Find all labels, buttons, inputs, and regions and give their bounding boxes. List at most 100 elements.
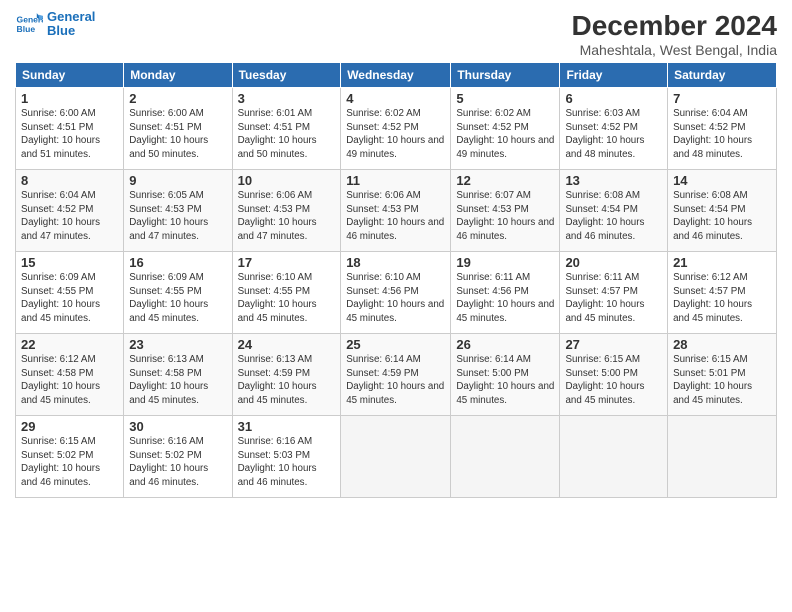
page-subtitle: Maheshtala, West Bengal, India xyxy=(572,42,777,58)
day-info: Sunrise: 6:10 AMSunset: 4:56 PMDaylight:… xyxy=(346,271,445,326)
calendar-cell: 5Sunrise: 6:02 AMSunset: 4:52 PMDaylight… xyxy=(451,88,560,170)
day-number: 19 xyxy=(456,255,554,270)
calendar-cell: 20Sunrise: 6:11 AMSunset: 4:57 PMDayligh… xyxy=(560,252,668,334)
day-number: 25 xyxy=(346,337,445,352)
calendar-cell xyxy=(668,416,777,498)
calendar-header-thursday: Thursday xyxy=(451,63,560,88)
calendar-week-row: 15Sunrise: 6:09 AMSunset: 4:55 PMDayligh… xyxy=(16,252,777,334)
calendar-cell: 12Sunrise: 6:07 AMSunset: 4:53 PMDayligh… xyxy=(451,170,560,252)
day-number: 6 xyxy=(565,91,662,106)
day-number: 9 xyxy=(129,173,226,188)
day-number: 11 xyxy=(346,173,445,188)
day-info: Sunrise: 6:03 AMSunset: 4:52 PMDaylight:… xyxy=(565,107,662,162)
day-info: Sunrise: 6:16 AMSunset: 5:03 PMDaylight:… xyxy=(238,435,336,490)
calendar-cell: 23Sunrise: 6:13 AMSunset: 4:58 PMDayligh… xyxy=(124,334,232,416)
day-number: 22 xyxy=(21,337,118,352)
calendar-cell: 4Sunrise: 6:02 AMSunset: 4:52 PMDaylight… xyxy=(341,88,451,170)
calendar-cell: 8Sunrise: 6:04 AMSunset: 4:52 PMDaylight… xyxy=(16,170,124,252)
day-number: 29 xyxy=(21,419,118,434)
calendar-cell: 13Sunrise: 6:08 AMSunset: 4:54 PMDayligh… xyxy=(560,170,668,252)
day-number: 18 xyxy=(346,255,445,270)
day-number: 7 xyxy=(673,91,771,106)
day-info: Sunrise: 6:06 AMSunset: 4:53 PMDaylight:… xyxy=(346,189,445,244)
day-info: Sunrise: 6:12 AMSunset: 4:57 PMDaylight:… xyxy=(673,271,771,326)
calendar-table: SundayMondayTuesdayWednesdayThursdayFrid… xyxy=(15,62,777,498)
day-number: 17 xyxy=(238,255,336,270)
svg-text:Blue: Blue xyxy=(17,24,36,34)
day-info: Sunrise: 6:14 AMSunset: 5:00 PMDaylight:… xyxy=(456,353,554,408)
calendar-container: General Blue General Blue December 2024 … xyxy=(0,0,792,508)
calendar-cell: 19Sunrise: 6:11 AMSunset: 4:56 PMDayligh… xyxy=(451,252,560,334)
calendar-week-row: 29Sunrise: 6:15 AMSunset: 5:02 PMDayligh… xyxy=(16,416,777,498)
day-info: Sunrise: 6:10 AMSunset: 4:55 PMDaylight:… xyxy=(238,271,336,326)
calendar-header-monday: Monday xyxy=(124,63,232,88)
day-info: Sunrise: 6:12 AMSunset: 4:58 PMDaylight:… xyxy=(21,353,118,408)
calendar-cell: 3Sunrise: 6:01 AMSunset: 4:51 PMDaylight… xyxy=(232,88,341,170)
day-number: 12 xyxy=(456,173,554,188)
day-info: Sunrise: 6:06 AMSunset: 4:53 PMDaylight:… xyxy=(238,189,336,244)
calendar-week-row: 8Sunrise: 6:04 AMSunset: 4:52 PMDaylight… xyxy=(16,170,777,252)
logo: General Blue General Blue xyxy=(15,10,95,39)
calendar-cell: 25Sunrise: 6:14 AMSunset: 4:59 PMDayligh… xyxy=(341,334,451,416)
day-info: Sunrise: 6:15 AMSunset: 5:00 PMDaylight:… xyxy=(565,353,662,408)
calendar-cell: 30Sunrise: 6:16 AMSunset: 5:02 PMDayligh… xyxy=(124,416,232,498)
day-info: Sunrise: 6:11 AMSunset: 4:57 PMDaylight:… xyxy=(565,271,662,326)
calendar-cell: 21Sunrise: 6:12 AMSunset: 4:57 PMDayligh… xyxy=(668,252,777,334)
day-info: Sunrise: 6:16 AMSunset: 5:02 PMDaylight:… xyxy=(129,435,226,490)
calendar-cell xyxy=(341,416,451,498)
logo-icon: General Blue xyxy=(15,10,43,38)
calendar-cell: 1Sunrise: 6:00 AMSunset: 4:51 PMDaylight… xyxy=(16,88,124,170)
calendar-header-friday: Friday xyxy=(560,63,668,88)
day-number: 20 xyxy=(565,255,662,270)
day-number: 10 xyxy=(238,173,336,188)
day-info: Sunrise: 6:02 AMSunset: 4:52 PMDaylight:… xyxy=(456,107,554,162)
calendar-cell xyxy=(560,416,668,498)
calendar-cell: 14Sunrise: 6:08 AMSunset: 4:54 PMDayligh… xyxy=(668,170,777,252)
day-number: 1 xyxy=(21,91,118,106)
day-number: 15 xyxy=(21,255,118,270)
day-number: 2 xyxy=(129,91,226,106)
day-info: Sunrise: 6:15 AMSunset: 5:01 PMDaylight:… xyxy=(673,353,771,408)
title-area: December 2024 Maheshtala, West Bengal, I… xyxy=(572,10,777,58)
day-info: Sunrise: 6:13 AMSunset: 4:58 PMDaylight:… xyxy=(129,353,226,408)
calendar-header-sunday: Sunday xyxy=(16,63,124,88)
calendar-header-row: SundayMondayTuesdayWednesdayThursdayFrid… xyxy=(16,63,777,88)
day-info: Sunrise: 6:08 AMSunset: 4:54 PMDaylight:… xyxy=(565,189,662,244)
day-info: Sunrise: 6:04 AMSunset: 4:52 PMDaylight:… xyxy=(673,107,771,162)
calendar-week-row: 1Sunrise: 6:00 AMSunset: 4:51 PMDaylight… xyxy=(16,88,777,170)
day-number: 13 xyxy=(565,173,662,188)
day-info: Sunrise: 6:15 AMSunset: 5:02 PMDaylight:… xyxy=(21,435,118,490)
calendar-cell: 24Sunrise: 6:13 AMSunset: 4:59 PMDayligh… xyxy=(232,334,341,416)
calendar-cell: 11Sunrise: 6:06 AMSunset: 4:53 PMDayligh… xyxy=(341,170,451,252)
day-info: Sunrise: 6:13 AMSunset: 4:59 PMDaylight:… xyxy=(238,353,336,408)
calendar-cell: 26Sunrise: 6:14 AMSunset: 5:00 PMDayligh… xyxy=(451,334,560,416)
calendar-cell: 28Sunrise: 6:15 AMSunset: 5:01 PMDayligh… xyxy=(668,334,777,416)
day-number: 30 xyxy=(129,419,226,434)
day-number: 14 xyxy=(673,173,771,188)
day-info: Sunrise: 6:04 AMSunset: 4:52 PMDaylight:… xyxy=(21,189,118,244)
day-number: 16 xyxy=(129,255,226,270)
calendar-cell: 2Sunrise: 6:00 AMSunset: 4:51 PMDaylight… xyxy=(124,88,232,170)
page-title: December 2024 xyxy=(572,10,777,42)
day-number: 26 xyxy=(456,337,554,352)
calendar-header-saturday: Saturday xyxy=(668,63,777,88)
day-number: 5 xyxy=(456,91,554,106)
calendar-cell: 22Sunrise: 6:12 AMSunset: 4:58 PMDayligh… xyxy=(16,334,124,416)
calendar-cell xyxy=(451,416,560,498)
day-number: 4 xyxy=(346,91,445,106)
calendar-cell: 9Sunrise: 6:05 AMSunset: 4:53 PMDaylight… xyxy=(124,170,232,252)
day-number: 8 xyxy=(21,173,118,188)
day-info: Sunrise: 6:02 AMSunset: 4:52 PMDaylight:… xyxy=(346,107,445,162)
calendar-cell: 6Sunrise: 6:03 AMSunset: 4:52 PMDaylight… xyxy=(560,88,668,170)
day-info: Sunrise: 6:00 AMSunset: 4:51 PMDaylight:… xyxy=(21,107,118,162)
calendar-cell: 15Sunrise: 6:09 AMSunset: 4:55 PMDayligh… xyxy=(16,252,124,334)
calendar-cell: 17Sunrise: 6:10 AMSunset: 4:55 PMDayligh… xyxy=(232,252,341,334)
day-info: Sunrise: 6:05 AMSunset: 4:53 PMDaylight:… xyxy=(129,189,226,244)
header: General Blue General Blue December 2024 … xyxy=(15,10,777,58)
day-info: Sunrise: 6:07 AMSunset: 4:53 PMDaylight:… xyxy=(456,189,554,244)
calendar-cell: 10Sunrise: 6:06 AMSunset: 4:53 PMDayligh… xyxy=(232,170,341,252)
calendar-cell: 29Sunrise: 6:15 AMSunset: 5:02 PMDayligh… xyxy=(16,416,124,498)
logo-text-blue: Blue xyxy=(47,24,95,38)
calendar-cell: 18Sunrise: 6:10 AMSunset: 4:56 PMDayligh… xyxy=(341,252,451,334)
calendar-header-tuesday: Tuesday xyxy=(232,63,341,88)
